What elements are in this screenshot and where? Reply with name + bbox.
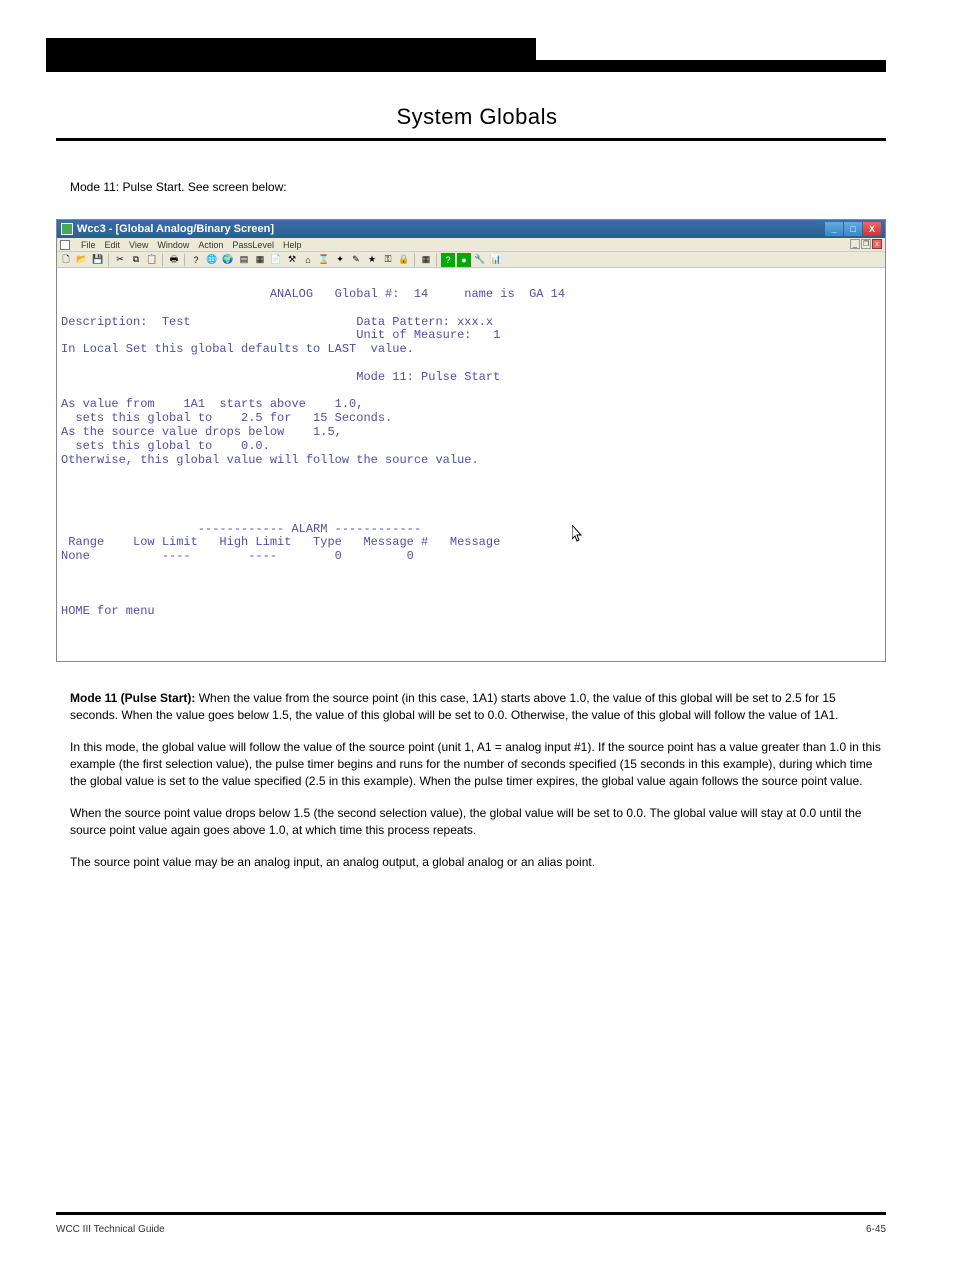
alarm-row: None ---- ---- 0 0 [61,549,414,563]
menu-action[interactable]: Action [198,240,223,250]
p2: In this mode, the global value will foll… [70,739,884,791]
app-icon [61,223,73,235]
globe-icon[interactable]: 🌐 [205,253,219,267]
lock-icon[interactable]: 🔒 [397,253,411,267]
menu-window[interactable]: Window [157,240,189,250]
footer: WCC III Technical Guide 6-45 [56,1224,886,1235]
app-window: Wcc3 - [Global Analog/Binary Screen] _ □… [56,219,886,662]
page-title: System Globals [0,104,954,130]
star-icon[interactable]: ★ [365,253,379,267]
body1: As value from 1A1 starts above 1.0, [61,397,363,411]
device-icon[interactable]: ⌂ [301,253,315,267]
footer-left: WCC III Technical Guide [56,1224,165,1235]
help-icon[interactable]: ? [189,253,203,267]
wand-icon[interactable]: ✎ [349,253,363,267]
wrench-icon[interactable]: 🔧 [473,253,487,267]
print-icon[interactable]: 🖶 [167,253,181,267]
sheet2-icon[interactable]: ▦ [253,253,267,267]
separator-icon [108,253,110,267]
mdi-restore-button[interactable]: ❐ [861,239,871,249]
open-icon[interactable]: 📂 [75,253,89,267]
p3: When the source point value drops below … [70,805,884,840]
separator-icon [162,253,164,267]
cut-icon[interactable]: ✂ [113,253,127,267]
maximize-button[interactable]: □ [844,222,862,236]
tool-icon[interactable]: ⚒ [285,253,299,267]
body5: Otherwise, this global value will follow… [61,453,479,467]
q2-icon[interactable]: ● [457,253,471,267]
title-line: ANALOG Global #: 14 name is GA 14 [61,287,565,301]
menu-help[interactable]: Help [283,240,302,250]
mdi-close-button[interactable]: x [872,239,882,249]
body4: sets this global to 0.0. [61,439,270,453]
page-header-bar [0,38,954,80]
titlebar[interactable]: Wcc3 - [Global Analog/Binary Screen] _ □… [57,220,885,238]
footer-right: 6-45 [866,1224,886,1235]
separator-icon [184,253,186,267]
copy-icon[interactable]: ⧉ [129,253,143,267]
key-icon[interactable]: ⚿ [381,253,395,267]
mode-line: Mode 11: Pulse Start [356,370,500,384]
paste-icon[interactable]: 📋 [145,253,159,267]
mdi-minimize-button[interactable]: _ [850,239,860,249]
save-icon[interactable]: 💾 [91,253,105,267]
intro-text: Mode 11: Pulse Start. See screen below: [70,179,884,195]
body2: sets this global to 2.5 for 15 Seconds. [61,411,392,425]
close-button[interactable]: X [863,222,881,236]
page-icon[interactable]: 📄 [269,253,283,267]
menu-view[interactable]: View [129,240,148,250]
grid-icon[interactable]: ▦ [419,253,433,267]
alarm-header: ------------ ALARM ------------ [61,522,421,536]
mode-label: Mode 11 (Pulse Start): [70,691,195,705]
p4: The source point value may be an analog … [70,854,884,871]
menu-passlevel[interactable]: PassLevel [232,240,274,250]
menu-file[interactable]: File [81,240,96,250]
explanation-text: Mode 11 (Pulse Start): When the value fr… [70,690,884,871]
desc-line: Description: Test [61,315,191,329]
window-title: Wcc3 - [Global Analog/Binary Screen] [77,223,274,235]
chart-icon[interactable]: 📊 [489,253,503,267]
minimize-button[interactable]: _ [825,222,843,236]
menubar: File Edit View Window Action PassLevel H… [57,238,885,252]
globe2-icon[interactable]: 🌍 [221,253,235,267]
spark-icon[interactable]: ✦ [333,253,347,267]
sheet-icon[interactable]: ▤ [237,253,251,267]
separator-icon [436,253,438,267]
new-icon[interactable]: 🗋 [59,253,73,267]
hourglass-icon[interactable]: ⌛ [317,253,331,267]
footer-rule [56,1212,886,1215]
menu-edit[interactable]: Edit [105,240,121,250]
header-rule [56,138,886,141]
terminal-content: ANALOG Global #: 14 name is GA 14 Descri… [57,268,885,661]
local-set: In Local Set this global defaults to LAS… [61,342,414,356]
home-line: HOME for menu [61,604,155,618]
body3: As the source value drops below 1.5, [61,425,342,439]
q1-icon[interactable]: ? [441,253,455,267]
separator-icon [414,253,416,267]
unit-measure: Unit of Measure: 1 [356,328,500,342]
data-pattern: Data Pattern: xxx.x [356,315,493,329]
document-icon [60,240,70,250]
black-box-right [46,60,886,72]
toolbar: 🗋 📂 💾 ✂ ⧉ 📋 🖶 ? 🌐 🌍 ▤ ▦ 📄 ⚒ ⌂ ⌛ ✦ ✎ ★ ⚿ … [57,252,885,268]
alarm-cols: Range Low Limit High Limit Type Message … [61,535,500,549]
